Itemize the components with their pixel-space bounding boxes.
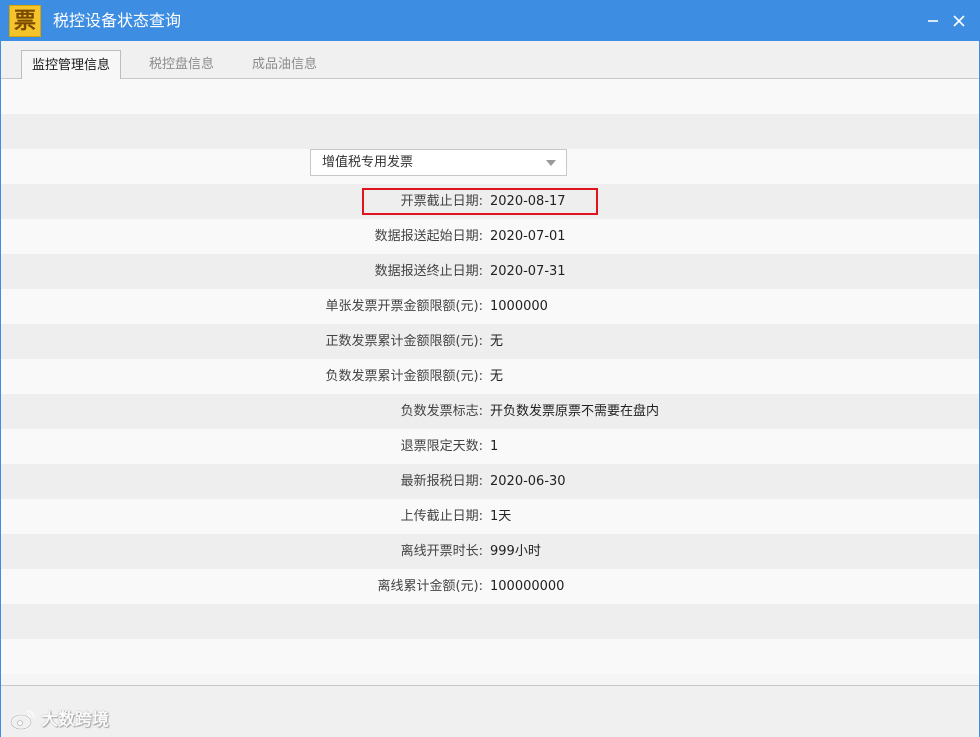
field-label: 负数发票累计金额限额(元): bbox=[325, 369, 483, 384]
field-label: 上传截止日期: bbox=[400, 509, 483, 524]
field-value: 1 bbox=[490, 439, 499, 454]
field-row-single-invoice-limit: 单张发票开票金额限额(元): 1000000 bbox=[1, 289, 979, 324]
tab-tax-disk-info[interactable]: 税控盘信息 bbox=[139, 50, 224, 79]
minimize-button[interactable] bbox=[919, 7, 947, 35]
close-icon bbox=[953, 15, 965, 27]
invoice-type-selected: 增值税专用发票 bbox=[322, 155, 414, 170]
tab-refined-oil-info[interactable]: 成品油信息 bbox=[242, 50, 327, 79]
field-label: 退票限定天数: bbox=[400, 439, 483, 454]
field-row-negative-invoice-flag: 负数发票标志: 开负数发票原票不需要在盘内 bbox=[1, 394, 979, 429]
tab-monitoring-info[interactable]: 监控管理信息 bbox=[21, 50, 121, 80]
minimize-icon bbox=[928, 20, 938, 22]
window-title: 税控设备状态查询 bbox=[53, 11, 182, 30]
field-row-negative-total-limit: 负数发票累计金额限额(元): 无 bbox=[1, 359, 979, 394]
field-value: 1000000 bbox=[490, 299, 548, 314]
field-row-offline-total-amount: 离线累计金额(元): 100000000 bbox=[1, 569, 979, 604]
field-label: 离线累计金额(元): bbox=[377, 579, 483, 594]
invoice-deadline-highlight bbox=[362, 188, 598, 215]
footer-area: 大数跨境 bbox=[1, 685, 979, 737]
tab-bar: 监控管理信息 税控盘信息 成品油信息 bbox=[1, 41, 979, 80]
field-row-refund-days: 退票限定天数: 1 bbox=[1, 429, 979, 464]
field-value: 1天 bbox=[490, 509, 512, 524]
watermark-text: 大数跨境 bbox=[41, 710, 109, 730]
field-label: 正数发票累计金额限额(元): bbox=[325, 334, 483, 349]
field-row-latest-tax-report-date: 最新报税日期: 2020-06-30 bbox=[1, 464, 979, 499]
field-row-report-start-date: 数据报送起始日期: 2020-07-01 bbox=[1, 219, 979, 254]
field-row-offline-duration: 离线开票时长: 999小时 bbox=[1, 534, 979, 569]
dropdown-arrow-icon bbox=[546, 160, 556, 166]
watermark: 大数跨境 bbox=[9, 707, 134, 733]
field-row-report-end-date: 数据报送终止日期: 2020-07-31 bbox=[1, 254, 979, 289]
field-label: 单张发票开票金额限额(元): bbox=[325, 299, 483, 314]
weibo-logo-icon bbox=[10, 710, 35, 730]
field-value: 100000000 bbox=[490, 579, 565, 594]
field-value: 开负数发票原票不需要在盘内 bbox=[490, 404, 660, 419]
field-value: 2020-07-31 bbox=[490, 264, 566, 279]
field-label: 负数发票标志: bbox=[400, 404, 483, 419]
field-label: 最新报税日期: bbox=[400, 474, 483, 489]
tax-device-status-window: 票 税控设备状态查询 监控管理信息 税控盘信息 成品油信息 增值税专用发票 开票… bbox=[0, 0, 980, 737]
close-button[interactable] bbox=[945, 7, 973, 35]
app-invoice-icon: 票 bbox=[9, 5, 41, 37]
field-value: 2020-06-30 bbox=[490, 474, 566, 489]
field-value: 无 bbox=[490, 369, 504, 384]
field-label: 数据报送终止日期: bbox=[374, 264, 483, 279]
field-value: 999小时 bbox=[490, 544, 541, 559]
invoice-type-select[interactable]: 增值税专用发票 bbox=[310, 149, 567, 176]
field-value: 无 bbox=[490, 334, 504, 349]
field-label: 数据报送起始日期: bbox=[374, 229, 483, 244]
field-row-positive-total-limit: 正数发票累计金额限额(元): 无 bbox=[1, 324, 979, 359]
field-value: 2020-07-01 bbox=[490, 229, 566, 244]
field-row-upload-deadline: 上传截止日期: 1天 bbox=[1, 499, 979, 534]
title-bar[interactable]: 票 税控设备状态查询 bbox=[1, 1, 979, 41]
field-label: 离线开票时长: bbox=[400, 544, 483, 559]
monitoring-info-panel: 增值税专用发票 开票截止日期: 2020-08-17 数据报送起始日期: 202… bbox=[1, 79, 979, 679]
